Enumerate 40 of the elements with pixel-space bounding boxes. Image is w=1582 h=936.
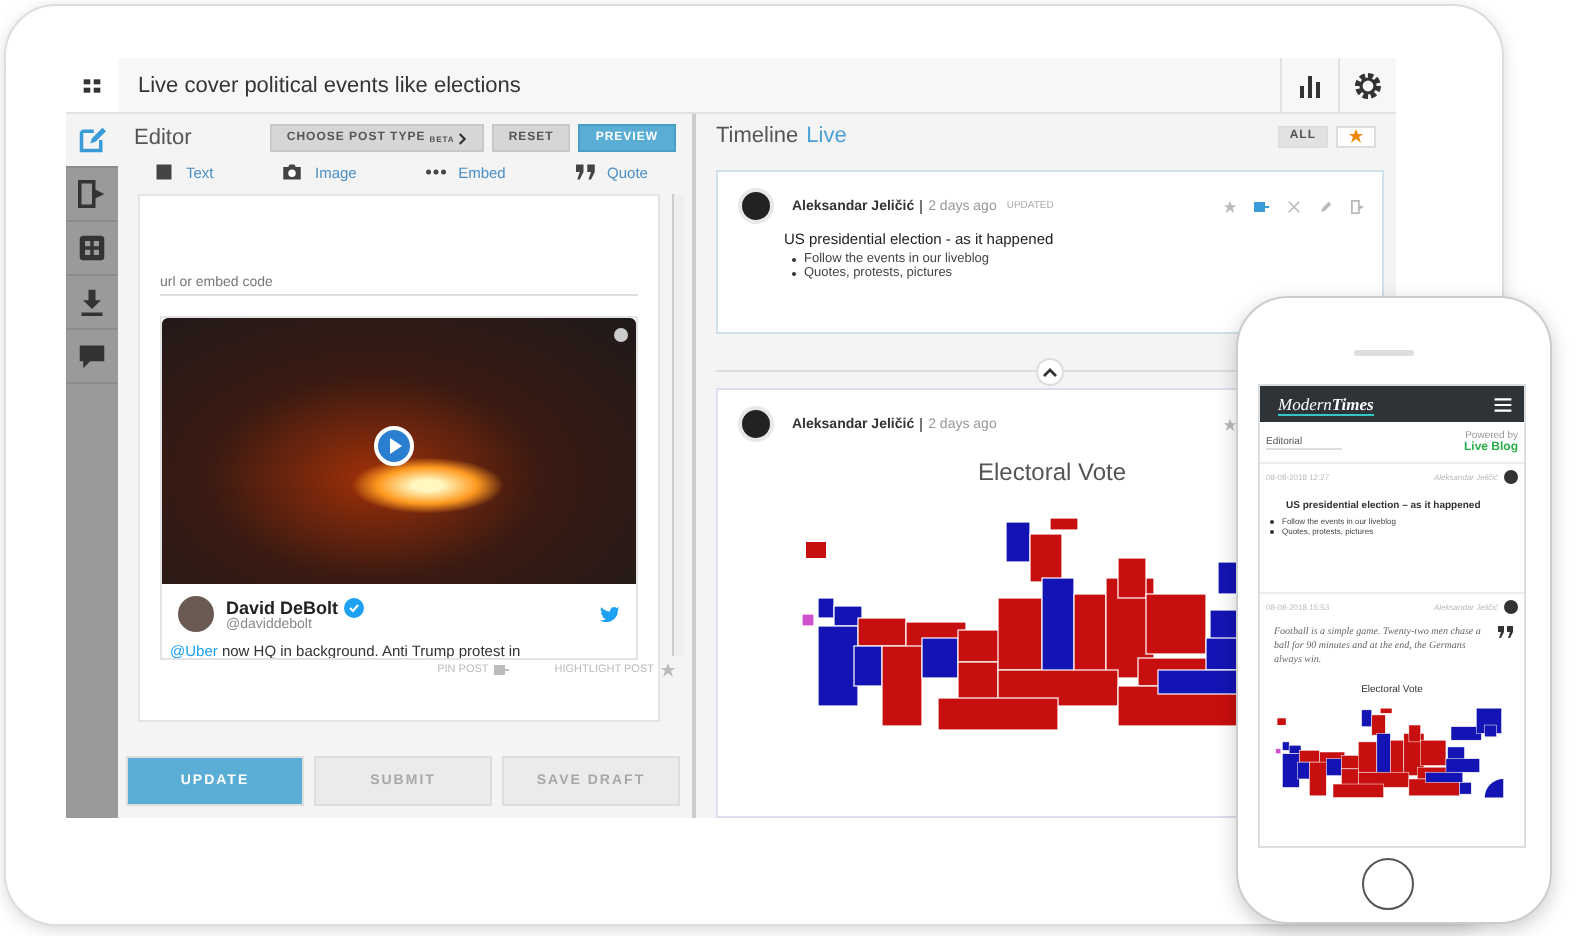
collapse-button[interactable] — [1036, 358, 1064, 386]
avatar — [1504, 600, 1518, 614]
settings-icon[interactable] — [1352, 69, 1384, 101]
home-button[interactable] — [1362, 858, 1414, 910]
text-icon — [154, 162, 174, 182]
play-icon[interactable] — [374, 426, 414, 466]
download-icon[interactable] — [78, 288, 106, 316]
sidebar-item[interactable] — [66, 114, 118, 168]
chevron-right-icon — [458, 131, 469, 145]
star-icon — [660, 662, 676, 678]
avatar — [738, 188, 774, 224]
comment-icon[interactable] — [78, 342, 106, 370]
camera-icon — [282, 162, 303, 182]
blog-title: Live cover political events like elections — [136, 73, 523, 97]
avatar — [738, 406, 774, 442]
editor-title: Editor — [134, 126, 192, 150]
apps-icon[interactable] — [82, 75, 102, 95]
avatar — [1504, 470, 1518, 484]
pin-icon — [494, 662, 511, 678]
chevron-up-icon — [1042, 364, 1058, 380]
exit-icon[interactable] — [78, 180, 106, 208]
tweet-author-name: David DeBolt — [226, 597, 339, 617]
site-logo: ModernTimes — [1278, 393, 1374, 415]
menu-icon[interactable] — [1494, 397, 1512, 411]
quote-icon — [575, 162, 596, 182]
star-icon — [1348, 128, 1364, 144]
timeline-title: Timeline — [716, 124, 799, 148]
map-title: Electoral Vote — [978, 458, 1127, 486]
avatar — [178, 596, 214, 632]
bird-icon[interactable] — [600, 606, 620, 622]
starred-filter[interactable] — [1336, 125, 1376, 147]
star-icon[interactable] — [1222, 417, 1238, 431]
star-icon[interactable] — [1222, 199, 1238, 213]
edit-icon[interactable] — [78, 126, 106, 154]
pin-icon[interactable] — [1254, 199, 1270, 213]
quote-icon — [1498, 626, 1514, 638]
info-icon[interactable] — [614, 328, 628, 342]
grid-icon[interactable] — [78, 234, 106, 262]
live-status: Live — [806, 124, 847, 148]
bar-chart-icon[interactable] — [1296, 71, 1324, 99]
